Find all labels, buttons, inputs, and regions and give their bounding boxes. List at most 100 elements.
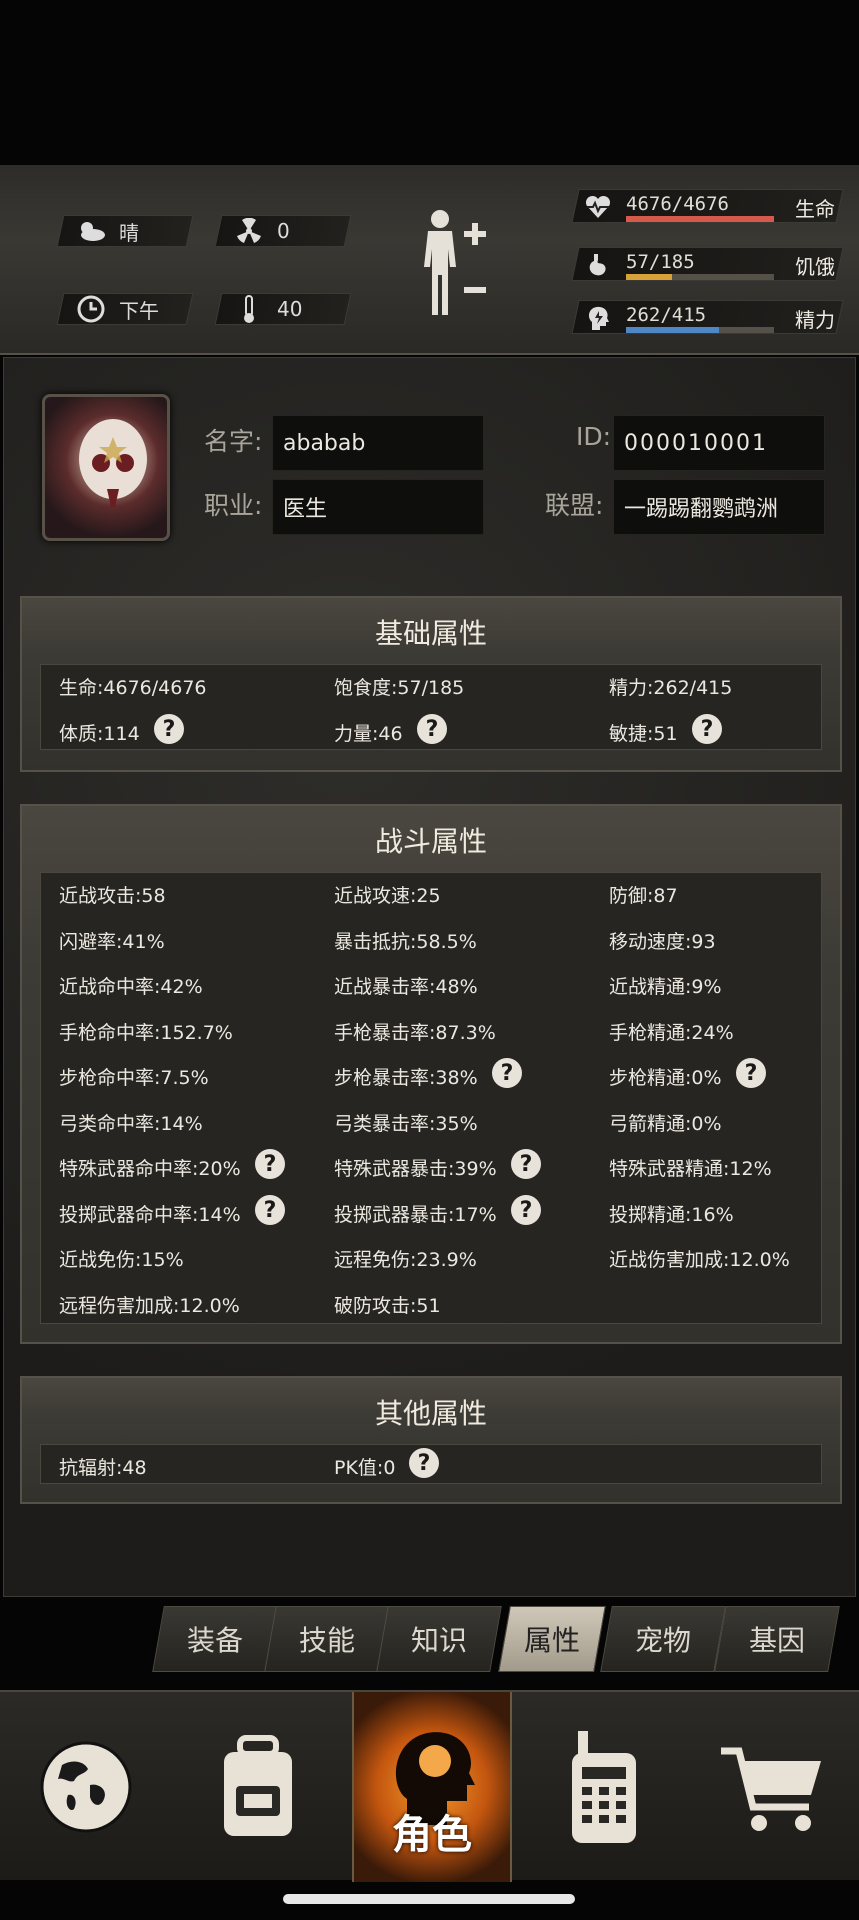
- tab-skills[interactable]: 技能: [264, 1606, 390, 1672]
- stat-combat-15: 弓类命中率:14%: [59, 1112, 203, 1135]
- heart-pulse-icon: [585, 195, 611, 218]
- radiation-chip: 0: [214, 215, 352, 247]
- stat-combat-0: 近战攻击:58: [59, 885, 166, 907]
- id-label: ID:: [576, 422, 612, 451]
- tab-genes[interactable]: 基因: [714, 1606, 840, 1672]
- globe-icon: [40, 1741, 132, 1833]
- help-icon[interactable]: ?: [255, 1149, 285, 1179]
- tab-equipment[interactable]: 装备: [152, 1606, 278, 1672]
- stat-combat-10: 手枪暴击率:87.3%: [334, 1021, 496, 1044]
- help-icon[interactable]: ?: [255, 1195, 285, 1225]
- stat-combat-3: 闪避率:41%: [59, 930, 165, 953]
- name-label: 名字:: [204, 427, 263, 456]
- stat-combat-22: 投掷武器暴击:17%: [334, 1203, 497, 1226]
- job-field: 医生: [272, 479, 484, 535]
- stat-combat-21: 投掷武器命中率:14%: [59, 1203, 241, 1226]
- combat-attributes-grid: 近战攻击:58 近战攻速:25 防御:87 闪避率:41% 暴击抵抗:58.5% 移动速度…: [40, 872, 822, 1324]
- stat-combat-11: 手枪精通:24%: [609, 1021, 734, 1044]
- head-energy-icon: [589, 306, 609, 330]
- hunger-label: 饥饿: [795, 255, 835, 279]
- health-bar: 4676/4676 生命: [571, 189, 844, 223]
- stat-basic-4: 力量:46: [334, 723, 403, 745]
- other-attributes-grid: 抗辐射:48 PK值:0?: [40, 1444, 822, 1484]
- home-indicator[interactable]: [283, 1894, 575, 1904]
- stat-combat-7: 近战暴击率:48%: [334, 976, 478, 998]
- job-value: 医生: [283, 497, 328, 522]
- stat-combat-19: 特殊武器暴击:39%: [334, 1158, 497, 1180]
- nav-radio-button[interactable]: [518, 1692, 690, 1882]
- avatar[interactable]: [42, 394, 170, 541]
- alliance-label: 联盟:: [545, 491, 604, 520]
- stat-basic-5: 敏捷:51: [609, 723, 678, 745]
- stat-basic-2: 精力:262/415: [609, 677, 733, 699]
- radiation-icon: [233, 218, 265, 244]
- stat-basic-3: 体质:114: [59, 723, 140, 745]
- health-track: [626, 216, 774, 222]
- combat-attributes-section: 战斗属性 近战攻击:58 近战攻速:25 防御:87 闪避率:41% 暴击抵抗:58.5…: [20, 804, 842, 1344]
- stat-basic-1: 饱食度:57/185: [334, 677, 465, 699]
- hunger-track: [626, 274, 774, 280]
- temperature-chip: 40: [214, 293, 352, 325]
- job-label: 职业:: [204, 491, 263, 520]
- energy-value: 262/415: [626, 304, 707, 326]
- tab-pets[interactable]: 宠物: [600, 1606, 726, 1672]
- time-chip: 下午: [56, 293, 194, 325]
- stat-combat-24: 近战免伤:15%: [59, 1249, 184, 1271]
- cloud-sun-icon: [75, 218, 107, 244]
- walkie-talkie-icon: [572, 1731, 636, 1843]
- alliance-value: 一踢踢翻鹦鹉洲: [624, 497, 779, 522]
- name-value: ababab: [283, 430, 366, 456]
- nav-map-button[interactable]: [0, 1692, 172, 1882]
- nav-shop-button[interactable]: [686, 1692, 858, 1882]
- help-icon[interactable]: ?: [492, 1058, 522, 1088]
- weather-chip: 晴: [56, 215, 194, 247]
- name-field: ababab: [272, 415, 484, 471]
- stat-combat-2: 防御:87: [609, 885, 678, 907]
- energy-track: [626, 327, 774, 333]
- backpack-icon: [224, 1735, 292, 1836]
- status-header: 晴 0 下午 40 4676/4676 生命 57/185 饥饿 262/415…: [0, 165, 859, 355]
- nav-character-label: 角色: [392, 1812, 472, 1858]
- thermometer-icon: [233, 295, 265, 323]
- stat-combat-26: 近战伤害加成:12.0%: [609, 1249, 790, 1271]
- stat-combat-14: 步枪精通:0%: [609, 1067, 722, 1089]
- shopping-cart-icon: [721, 1747, 821, 1831]
- help-icon[interactable]: ?: [417, 714, 447, 744]
- stat-combat-1: 近战攻速:25: [334, 885, 441, 907]
- stat-combat-13: 步枪暴击率:38%: [334, 1067, 478, 1089]
- skull-portrait-icon: [79, 419, 147, 507]
- help-icon[interactable]: ?: [692, 714, 722, 744]
- stat-combat-9: 手枪命中率:152.7%: [59, 1021, 233, 1044]
- help-icon[interactable]: ?: [409, 1448, 439, 1478]
- stat-combat-4: 暴击抵抗:58.5%: [334, 930, 477, 953]
- radiation-value: 0: [277, 219, 290, 243]
- body-status-button[interactable]: [410, 205, 490, 325]
- energy-label: 精力: [795, 308, 835, 332]
- stat-combat-8: 近战精通:9%: [609, 976, 722, 998]
- help-icon[interactable]: ?: [154, 714, 184, 744]
- temperature-value: 40: [277, 297, 303, 321]
- stat-combat-20: 特殊武器精通:12%: [609, 1158, 772, 1180]
- health-label: 生命: [795, 197, 835, 221]
- other-attributes-section: 其他属性 抗辐射:48 PK值:0?: [20, 1376, 842, 1504]
- character-panel: 名字: ababab 职业: 医生 ID: 000010001 联盟: 一踢踢翻…: [3, 357, 856, 1597]
- nav-backpack-button[interactable]: [172, 1692, 344, 1882]
- help-icon[interactable]: ?: [511, 1149, 541, 1179]
- tab-knowledge[interactable]: 知识: [376, 1606, 502, 1672]
- tab-attributes[interactable]: 属性: [498, 1606, 606, 1672]
- energy-bar: 262/415 精力: [571, 300, 844, 334]
- alliance-field[interactable]: 一踢踢翻鹦鹉洲: [613, 479, 825, 535]
- body-figure-icon: [424, 210, 486, 315]
- stat-combat-5: 移动速度:93: [609, 930, 716, 953]
- help-icon[interactable]: ?: [736, 1058, 766, 1088]
- stat-combat-25: 远程免伤:23.9%: [334, 1249, 477, 1271]
- help-icon[interactable]: ?: [511, 1195, 541, 1225]
- clock-icon: [75, 295, 107, 323]
- stat-combat-12: 步枪命中率:7.5%: [59, 1067, 209, 1089]
- stat-basic-0: 生命:4676/4676: [59, 677, 207, 699]
- other-attributes-title: 其他属性: [374, 1397, 487, 1430]
- stat-combat-18: 特殊武器命中率:20%: [59, 1158, 241, 1180]
- nav-character-button[interactable]: 角色: [352, 1692, 512, 1882]
- time-text: 下午: [119, 298, 159, 323]
- stat-combat-17: 弓箭精通:0%: [609, 1112, 722, 1135]
